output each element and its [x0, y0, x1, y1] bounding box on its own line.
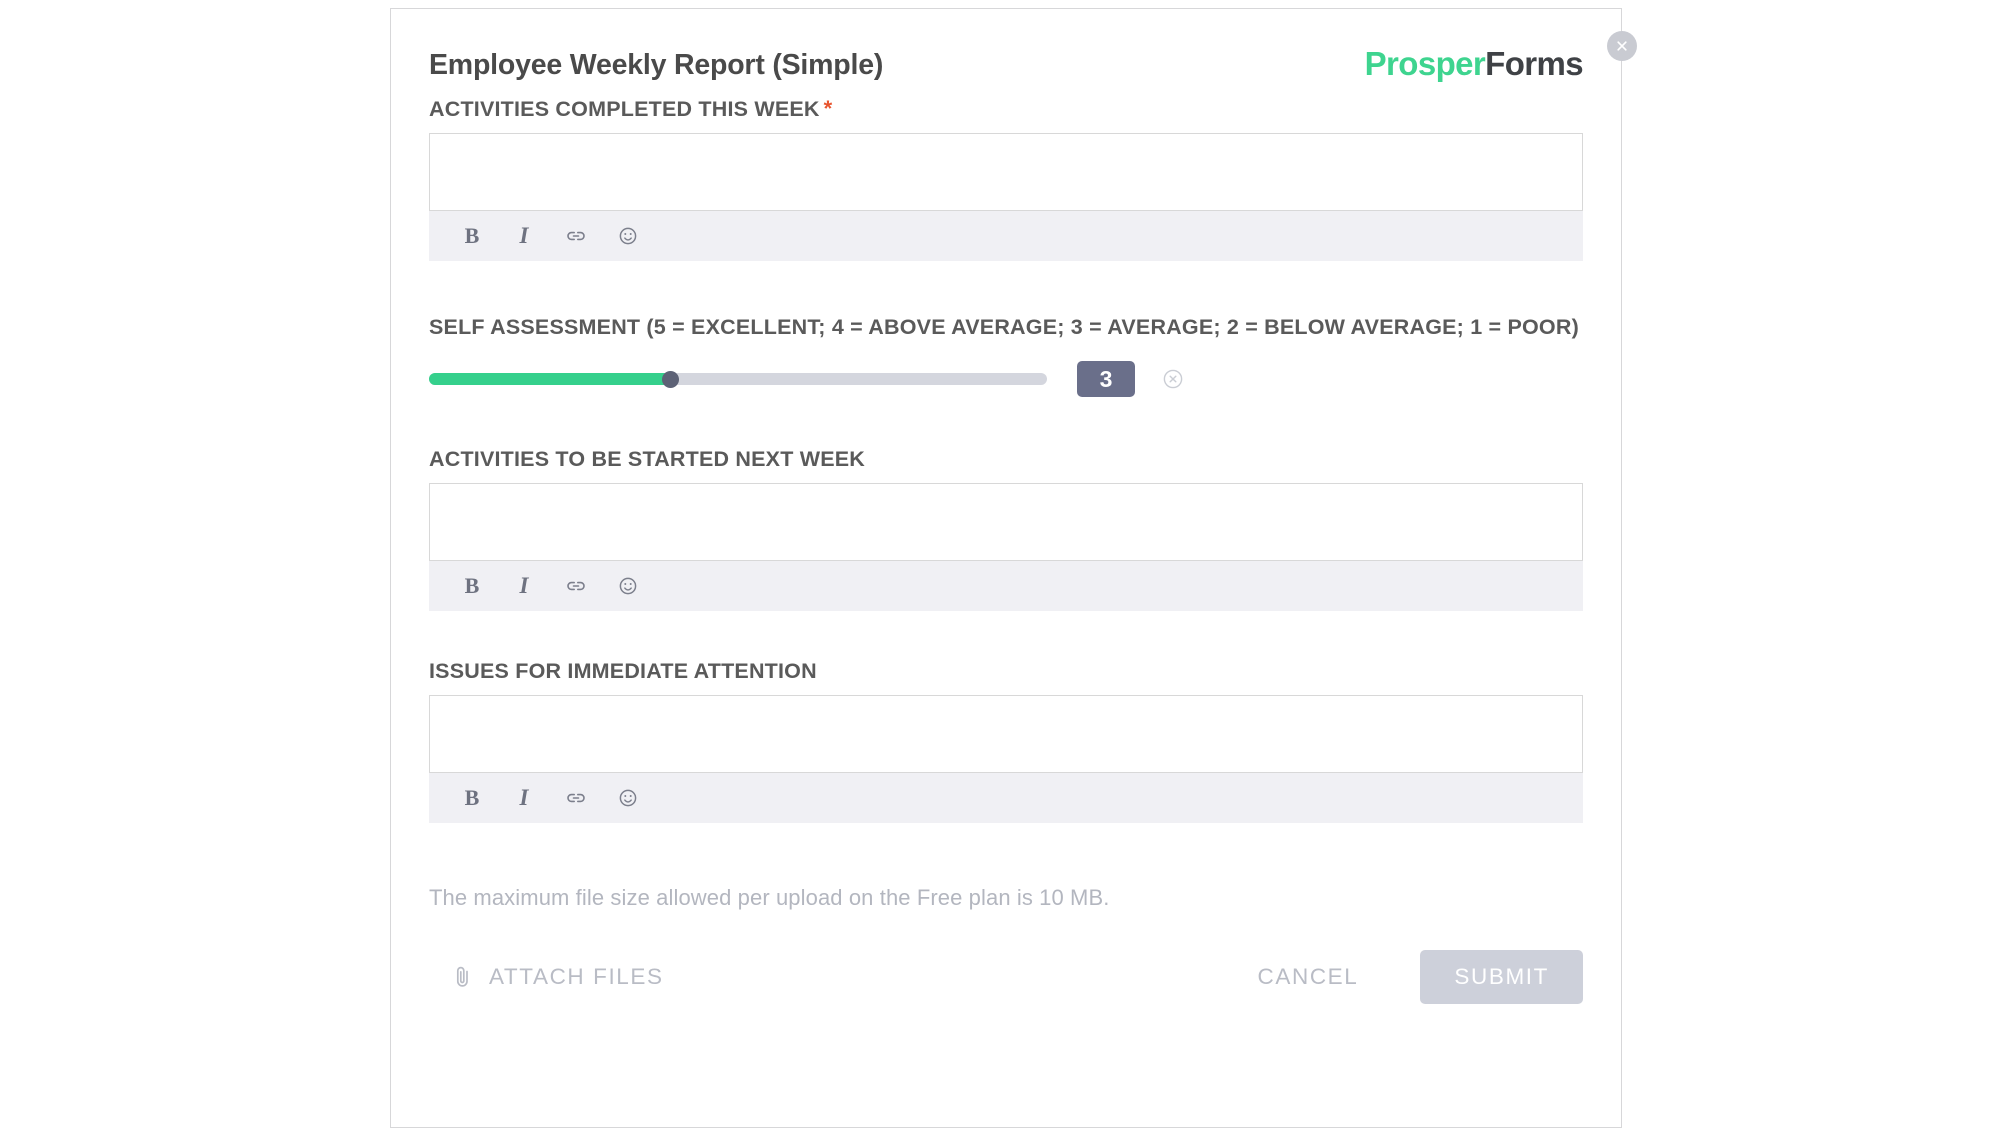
bold-icon[interactable]: B [457, 783, 487, 813]
attach-files-button[interactable]: ATTACH FILES [429, 964, 664, 990]
italic-icon[interactable]: I [509, 783, 539, 813]
richtext-editor: B I [429, 133, 1583, 261]
richtext-input[interactable] [429, 133, 1583, 211]
field-self-assessment: SELF ASSESSMENT (5 = EXCELLENT; 4 = ABOV… [429, 313, 1583, 399]
field-label: SELF ASSESSMENT (5 = EXCELLENT; 4 = ABOV… [429, 315, 1579, 339]
slider-value-badge: 3 [1077, 361, 1135, 397]
field-label: ISSUES FOR IMMEDIATE ATTENTION [429, 659, 817, 683]
dialog-footer: ATTACH FILES CANCEL SUBMIT [429, 949, 1583, 1005]
richtext-toolbar: B I [429, 561, 1583, 611]
richtext-editor: B I [429, 695, 1583, 823]
richtext-editor: B I [429, 483, 1583, 611]
dialog-content: Employee Weekly Report (Simple) ProsperF… [391, 9, 1637, 1127]
brand-logo-forms: Forms [1485, 45, 1583, 82]
emoji-smiley-icon[interactable] [613, 571, 643, 601]
italic-icon[interactable]: I [509, 571, 539, 601]
italic-icon[interactable]: I [509, 221, 539, 251]
brand-logo-prosper: Prosper [1364, 45, 1486, 82]
attach-files-label: ATTACH FILES [489, 964, 664, 989]
field-activities-completed: ACTIVITIES COMPLETED THIS WEEK * B I [429, 95, 1583, 261]
required-asterisk: * [823, 96, 833, 121]
dialog-header: Employee Weekly Report (Simple) ProsperF… [429, 45, 1584, 95]
slider-handle[interactable] [661, 370, 679, 388]
richtext-input[interactable] [429, 483, 1583, 561]
link-icon[interactable] [561, 783, 591, 813]
link-icon[interactable] [561, 571, 591, 601]
field-activities-next-week: ACTIVITIES TO BE STARTED NEXT WEEK B I [429, 445, 1583, 611]
richtext-input[interactable] [429, 695, 1583, 773]
brand-logo: ProsperForms [1364, 45, 1584, 83]
submit-button[interactable]: SUBMIT [1420, 950, 1583, 1004]
field-label: ACTIVITIES TO BE STARTED NEXT WEEK [429, 447, 866, 471]
file-size-note: The maximum file size allowed per upload… [429, 885, 1110, 910]
bold-icon[interactable]: B [457, 571, 487, 601]
cancel-button[interactable]: CANCEL [1258, 964, 1359, 990]
clear-circle-icon[interactable] [1161, 367, 1185, 391]
emoji-smiley-icon[interactable] [613, 221, 643, 251]
slider-row: 3 [429, 359, 1583, 399]
page-root: Employee Weekly Report (Simple) ProsperF… [0, 0, 2009, 1146]
slider-track[interactable] [429, 370, 1047, 388]
field-label-text: ACTIVITIES COMPLETED THIS WEEK [429, 97, 820, 121]
richtext-toolbar: B I [429, 211, 1583, 261]
link-icon[interactable] [561, 221, 591, 251]
emoji-smiley-icon[interactable] [613, 783, 643, 813]
field-label: ACTIVITIES COMPLETED THIS WEEK * [429, 95, 1583, 123]
paperclip-icon [451, 964, 475, 990]
form-dialog: Employee Weekly Report (Simple) ProsperF… [390, 8, 1637, 1128]
field-issues-attention: ISSUES FOR IMMEDIATE ATTENTION B I [429, 657, 1583, 823]
bold-icon[interactable]: B [457, 221, 487, 251]
richtext-toolbar: B I [429, 773, 1583, 823]
close-icon[interactable] [1607, 31, 1637, 61]
slider-fill [429, 373, 671, 385]
page-title: Employee Weekly Report (Simple) [429, 49, 884, 81]
